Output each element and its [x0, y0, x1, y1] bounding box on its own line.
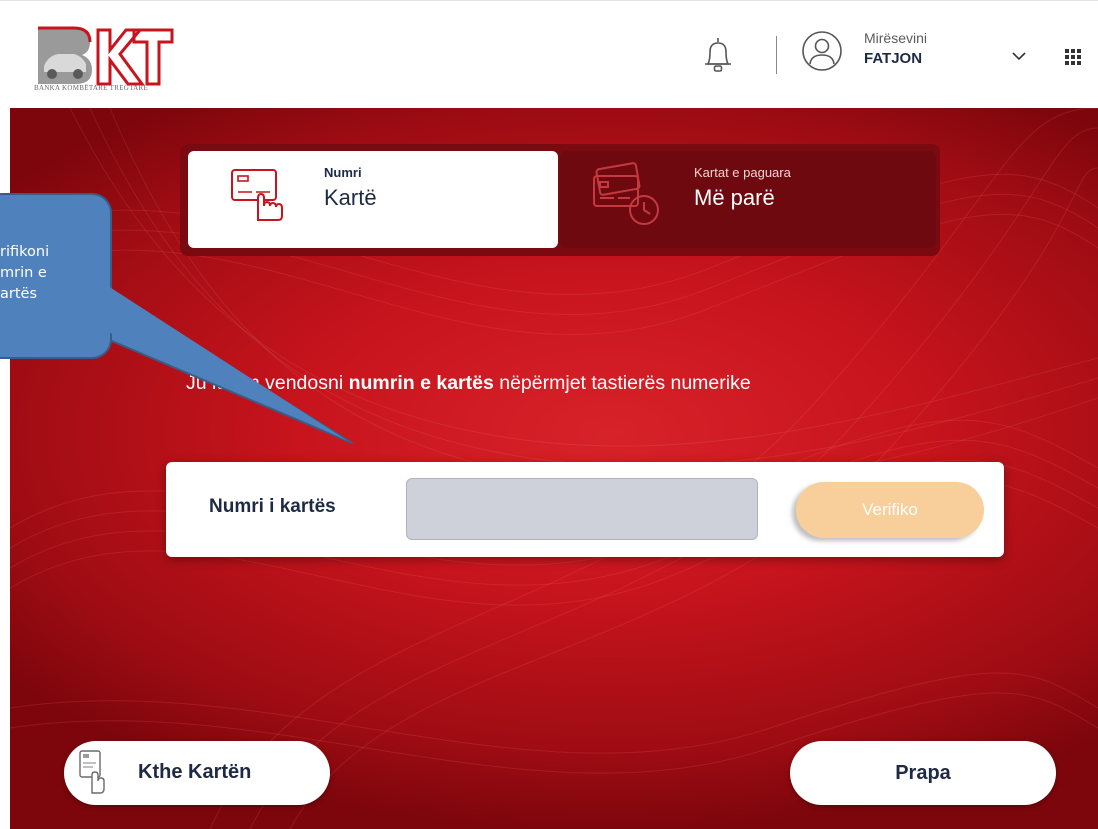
tab2-title: Më parë — [694, 185, 775, 210]
card-number-input[interactable] — [406, 478, 758, 540]
apps-grid-icon[interactable] — [1064, 48, 1082, 66]
instruction-text: Ju lutem vendosni numrin e kartës nëpërm… — [186, 372, 751, 395]
tab2-caption: Kartat e paguara — [694, 165, 791, 180]
tab1-caption: Numri — [324, 165, 362, 180]
user-avatar-icon[interactable] — [801, 30, 843, 72]
card-number-label: Numri i kartës — [209, 496, 336, 517]
card-tap-icon — [231, 169, 283, 221]
card-eject-icon — [79, 750, 105, 794]
verify-button[interactable]: Verifiko — [796, 482, 984, 538]
back-button[interactable]: Prapa — [790, 741, 1056, 805]
instruction-part2: nëpërmjet tastierës numerike — [493, 372, 751, 394]
callout-text: rifikoni mrin e artës — [0, 242, 108, 305]
logo-tagline: BANKA KOMBËTARE TREGTARE — [34, 84, 149, 92]
instruction-bold: numrin e kartës — [348, 372, 494, 394]
greeting-text: Mirësevini — [864, 30, 928, 46]
tab1-title: Kartë — [324, 185, 377, 210]
bell-icon[interactable] — [702, 34, 734, 76]
callout-line-1: rifikoni — [0, 244, 50, 260]
callout-line-2: mrin e — [0, 265, 47, 281]
return-card-label: Kthe Kartën — [138, 761, 252, 783]
instruction-part1: Ju lutem vendosni — [186, 372, 349, 394]
chevron-down-icon[interactable] — [1010, 50, 1028, 62]
header-divider — [776, 36, 777, 74]
cards-history-icon — [593, 162, 659, 225]
callout-line-3: artës — [0, 286, 38, 302]
user-name: FATJON — [864, 50, 923, 67]
